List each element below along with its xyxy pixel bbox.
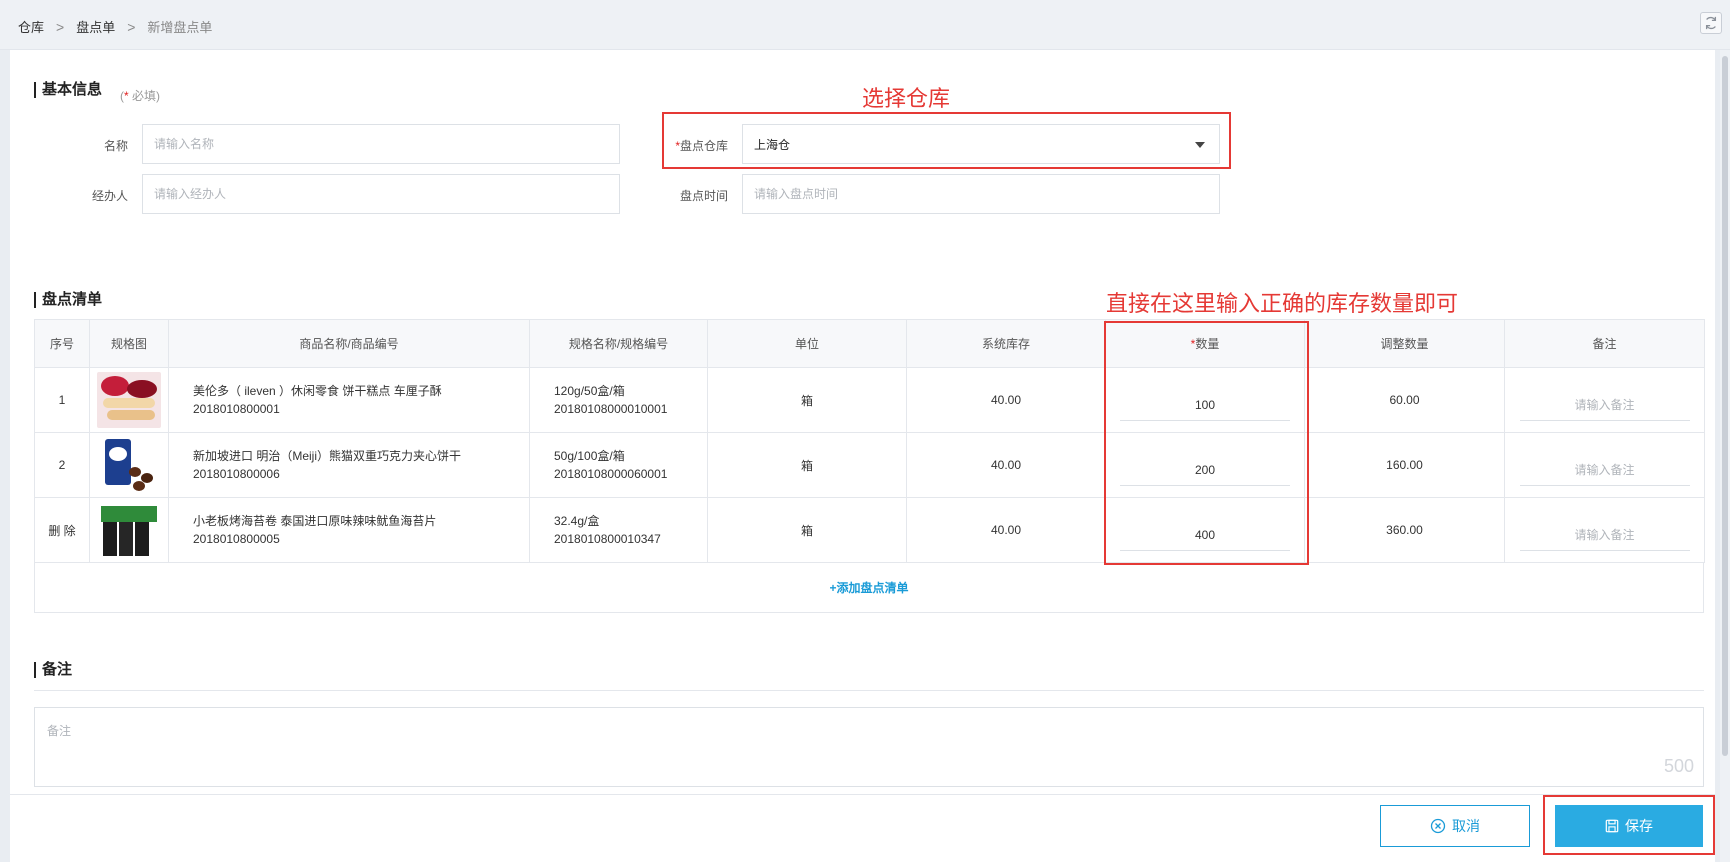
annotation-warehouse-box [662, 112, 1231, 169]
inventory-title: 盘点清单 [34, 292, 102, 308]
basic-info-title: 基本信息 [34, 82, 102, 98]
col-spec: 规格名称/规格编号 [529, 319, 708, 368]
scrollbar-thumb[interactable] [1722, 56, 1728, 756]
col-product: 商品名称/商品编号 [168, 319, 530, 368]
product-thumbnail [89, 497, 169, 563]
product-cell: 小老板烤海苔卷 泰国进口原味辣味鱿鱼海苔片 2018010800005 [168, 497, 530, 563]
spec-cell: 120g/50盒/箱 20180108000010001 [529, 367, 708, 433]
annotation-quantity-note: 直接在这里输入正确的库存数量即可 [1106, 292, 1459, 317]
remark-divider [34, 690, 1704, 691]
spec-name: 120g/50盒/箱 [554, 384, 625, 398]
spec-code: 20180108000060001 [554, 467, 668, 481]
cancel-button-label: 取消 [1452, 818, 1480, 834]
col-adjust: 调整数量 [1304, 319, 1505, 368]
required-hint: (* 必填) [120, 89, 161, 103]
annotation-warehouse-note: 选择仓库 [862, 87, 951, 112]
table-row: 删 除 小老板烤海苔卷 泰国进口原味辣味鱿鱼海苔片 2018010800005 3… [34, 497, 1705, 563]
handler-label: 经办人 [91, 189, 128, 203]
remark-char-counter: 500 [1663, 756, 1694, 776]
close-circle-icon [1430, 818, 1446, 834]
product-code: 2018010800006 [193, 467, 280, 481]
time-label: 盘点时间 [679, 189, 728, 203]
col-system-stock: 系统库存 [906, 319, 1106, 368]
handler-input[interactable] [142, 174, 620, 214]
remark-input[interactable] [1519, 389, 1690, 421]
refresh-button[interactable] [1700, 12, 1722, 34]
col-remark: 备注 [1504, 319, 1705, 368]
remark-cell [1504, 367, 1705, 433]
remark-cell [1504, 432, 1705, 498]
inventory-table: 序号 规格图 商品名称/商品编号 规格名称/规格编号 单位 系统库存 *数量 调… [34, 319, 1705, 563]
row-index: 1 [34, 367, 90, 433]
col-index: 序号 [34, 319, 90, 368]
spec-cell: 32.4g/盒 2018010800010347 [529, 497, 708, 563]
refresh-icon [1705, 16, 1717, 30]
remark-input[interactable] [1519, 519, 1690, 551]
product-name: 美伦多（ ileven ）休闲零食 饼干糕点 车厘子酥 [193, 384, 442, 398]
system-stock-cell: 40.00 [906, 367, 1106, 433]
spec-cell: 50g/100盒/箱 20180108000060001 [529, 432, 708, 498]
unit-cell: 箱 [707, 497, 907, 563]
top-bar: 仓库 > 盘点单 > 新增盘点单 [0, 0, 1730, 50]
remark-input[interactable] [1519, 454, 1690, 486]
add-inventory-item-button[interactable]: +添加盘点清单 [34, 563, 1704, 613]
adjust-cell: 60.00 [1304, 367, 1505, 433]
spec-name: 50g/100盒/箱 [554, 449, 625, 463]
remark-title: 备注 [34, 662, 72, 678]
system-stock-cell: 40.00 [906, 432, 1106, 498]
time-input[interactable] [742, 174, 1220, 214]
spec-code: 20180108000010001 [554, 402, 668, 416]
annotation-save-box [1543, 795, 1715, 855]
adjust-cell: 360.00 [1304, 497, 1505, 563]
col-image: 规格图 [89, 319, 169, 368]
breadcrumb: 仓库 > 盘点单 > 新增盘点单 [18, 17, 212, 36]
cancel-button[interactable]: 取消 [1380, 805, 1530, 847]
name-label: 名称 [103, 139, 128, 153]
vertical-scrollbar[interactable] [1720, 50, 1730, 862]
adjust-cell: 160.00 [1304, 432, 1505, 498]
remark-cell [1504, 497, 1705, 563]
row-index: 2 [34, 432, 90, 498]
product-name: 新加坡进口 明治（Meiji）熊猫双重巧克力夹心饼干 [193, 449, 462, 463]
product-code: 2018010800001 [193, 402, 280, 416]
annotation-quantity-box [1104, 321, 1309, 565]
product-thumbnail [89, 367, 169, 433]
product-cell: 新加坡进口 明治（Meiji）熊猫双重巧克力夹心饼干 2018010800006 [168, 432, 530, 498]
table-row: 1 美伦多（ ileven ）休闲零食 饼干糕点 车厘子酥 20180108000… [34, 367, 1705, 433]
breadcrumb-separator-icon: > [127, 18, 136, 35]
unit-cell: 箱 [707, 367, 907, 433]
product-cell: 美伦多（ ileven ）休闲零食 饼干糕点 车厘子酥 2018010800001 [168, 367, 530, 433]
required-hint-text: 必填 [132, 89, 157, 103]
product-name: 小老板烤海苔卷 泰国进口原味辣味鱿鱼海苔片 [193, 514, 437, 528]
breadcrumb-item-warehouse[interactable]: 仓库 [18, 17, 44, 36]
breadcrumb-separator-icon: > [56, 18, 65, 35]
remark-textarea[interactable] [34, 707, 1704, 787]
name-input[interactable] [142, 124, 620, 164]
spec-code: 2018010800010347 [554, 532, 661, 546]
spec-name: 32.4g/盒 [554, 514, 600, 528]
product-code: 2018010800005 [193, 532, 280, 546]
unit-cell: 箱 [707, 432, 907, 498]
table-header-row: 序号 规格图 商品名称/商品编号 规格名称/规格编号 单位 系统库存 *数量 调… [34, 319, 1705, 368]
system-stock-cell: 40.00 [906, 497, 1106, 563]
breadcrumb-item-stocktake[interactable]: 盘点单 [76, 17, 115, 36]
delete-row-button[interactable]: 删 除 [34, 497, 90, 563]
product-thumbnail [89, 432, 169, 498]
col-unit: 单位 [707, 319, 907, 368]
breadcrumb-current: 新增盘点单 [147, 20, 213, 35]
table-row: 2 新加坡进口 明治（Meiji）熊猫双重巧克力夹心饼干 201801080000… [34, 432, 1705, 498]
